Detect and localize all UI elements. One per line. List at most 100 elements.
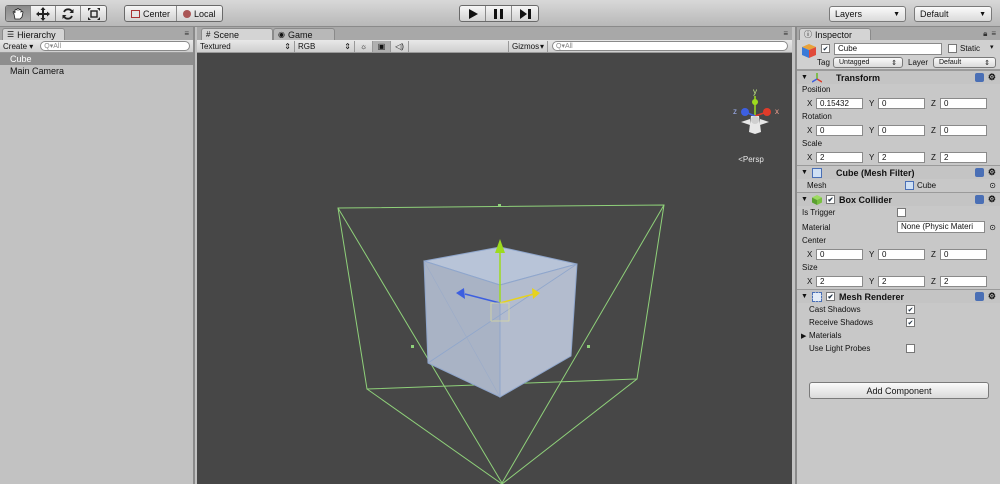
position-y-field[interactable]: 0 <box>878 98 925 109</box>
pause-button[interactable] <box>486 6 512 21</box>
tab-hierarchy[interactable]: ☰ Hierarchy <box>2 28 65 40</box>
move-tool-button[interactable] <box>31 6 56 21</box>
tab-scene[interactable]: # Scene <box>201 28 273 40</box>
mesh-filter-component: ▼ Cube (Mesh Filter) ⚙ Mesh Cube ⊙ <box>797 165 1000 192</box>
expand-caret-icon[interactable]: ▶ <box>801 332 809 340</box>
hand-tool-button[interactable] <box>6 6 31 21</box>
scene-toolbar: Textured ⇕ RGB ⇕ ☼ ▣ ◁) Gizmos ▾ Q▾All <box>197 40 792 53</box>
step-icon <box>519 8 531 19</box>
help-book-icon[interactable] <box>974 168 984 177</box>
size-z-field[interactable]: 2 <box>940 276 987 287</box>
mesh-filter-title: Cube (Mesh Filter) <box>836 167 915 178</box>
scene-search-input[interactable]: Q▾All <box>552 41 788 51</box>
object-picker-icon[interactable]: ⊙ <box>989 223 996 232</box>
expand-caret-icon[interactable]: ▼ <box>801 169 808 176</box>
scene-image-toggle[interactable]: ▣ <box>373 40 391 52</box>
rotate-tool-icon <box>62 7 74 20</box>
hierarchy-item-main-camera[interactable]: Main Camera <box>0 65 193 77</box>
y-axis-arrow-icon[interactable] <box>495 239 505 253</box>
gear-icon[interactable]: ⚙ <box>988 73 996 82</box>
play-button[interactable] <box>460 6 486 21</box>
mesh-renderer-header[interactable]: ▼ Mesh Renderer ⚙ <box>797 289 1000 303</box>
size-y-field[interactable]: 2 <box>878 276 925 287</box>
pivot-center-button[interactable]: Center <box>125 6 178 21</box>
pivot-local-button[interactable]: Local <box>177 6 222 21</box>
scene-lighting-toggle[interactable]: ☼ <box>355 40 373 52</box>
cast-shadows-checkbox[interactable] <box>906 305 915 314</box>
game-tab-icon: ◉ <box>278 30 285 39</box>
is-trigger-checkbox[interactable] <box>897 208 906 217</box>
create-dropdown[interactable]: Create ▾ <box>3 42 33 51</box>
object-active-checkbox[interactable] <box>821 44 830 53</box>
box-collider-enabled-checkbox[interactable] <box>826 195 835 204</box>
box-collider-header[interactable]: ▼ Box Collider ⚙ <box>797 192 1000 206</box>
material-field[interactable]: None (Physic Materi <box>897 221 985 233</box>
help-book-icon[interactable] <box>974 73 984 82</box>
persp-label[interactable]: <Persp <box>738 155 764 164</box>
transform-header[interactable]: ▼ Transform ⚙ <box>797 70 1000 84</box>
add-component-button[interactable]: Add Component <box>809 382 989 399</box>
panel-menu[interactable]: ≡ <box>783 29 788 38</box>
rotation-z-field[interactable]: 0 <box>940 125 987 136</box>
help-book-icon[interactable] <box>974 195 984 204</box>
scale-y-field[interactable]: 2 <box>878 152 925 163</box>
size-y-value: 2 <box>882 277 887 286</box>
pivot-toggles: Center Local <box>124 5 223 22</box>
panel-menu[interactable]: ≡ <box>184 29 189 38</box>
object-name-field[interactable]: Cube <box>834 43 942 55</box>
layout-dropdown[interactable]: Default ▼ <box>914 6 992 22</box>
tab-inspector[interactable]: ⓘ Inspector <box>799 28 871 40</box>
tab-game[interactable]: ◉ Game <box>273 28 335 40</box>
gizmos-dropdown[interactable]: Gizmos ▾ <box>508 40 548 52</box>
lock-icon[interactable]: 🔒︎ <box>983 29 987 39</box>
mesh-renderer-enabled-checkbox[interactable] <box>826 292 835 301</box>
hierarchy-item-cube[interactable]: Cube <box>0 53 193 65</box>
receive-shadows-checkbox[interactable] <box>906 318 915 327</box>
gear-icon[interactable]: ⚙ <box>988 292 996 301</box>
rotation-y-field[interactable]: 0 <box>878 125 925 136</box>
help-book-icon[interactable] <box>974 292 984 301</box>
gear-icon[interactable]: ⚙ <box>988 168 996 177</box>
position-vector: X 0.15432 Y0 Z0 <box>797 96 1000 111</box>
scene-viewport[interactable]: y x z <Persp <box>197 53 792 484</box>
object-picker-icon[interactable]: ⊙ <box>989 181 996 190</box>
center-x-field[interactable]: 0 <box>816 249 863 260</box>
scale-z-field[interactable]: 2 <box>940 152 987 163</box>
size-x-field[interactable]: 2 <box>816 276 863 287</box>
light-probes-checkbox[interactable] <box>906 344 915 353</box>
axis-z-label: Z <box>931 126 936 135</box>
scene-orientation-gizmo[interactable]: y x z <box>733 87 779 134</box>
box-collider-component: ▼ Box Collider ⚙ Is Trigger Material Non… <box>797 192 1000 289</box>
expand-caret-icon[interactable]: ▼ <box>801 196 808 203</box>
tag-dropdown[interactable]: Untagged ⇕ <box>833 57 903 68</box>
center-y-field[interactable]: 0 <box>878 249 925 260</box>
step-button[interactable] <box>512 6 538 21</box>
materials-row[interactable]: ▶ Materials <box>797 329 1000 342</box>
color-mode-dropdown[interactable]: RGB ⇕ <box>295 40 355 52</box>
rotate-tool-button[interactable] <box>56 6 81 21</box>
center-z-field[interactable]: 0 <box>940 249 987 260</box>
expand-caret-icon[interactable]: ▼ <box>801 74 808 81</box>
hierarchy-search-input[interactable]: Q▾All <box>40 41 190 51</box>
size-label: Size <box>802 263 818 272</box>
render-mode-dropdown[interactable]: Textured ⇕ <box>197 40 295 52</box>
rotation-x-field[interactable]: 0 <box>816 125 863 136</box>
mesh-field[interactable]: Cube <box>905 181 936 190</box>
tag-value: Untagged <box>839 59 870 66</box>
scale-tool-button[interactable] <box>81 6 106 21</box>
position-x-field[interactable]: 0.15432 <box>816 98 863 109</box>
panel-menu[interactable]: 🔒︎ ≡ <box>983 29 996 39</box>
expand-caret-icon[interactable]: ▼ <box>801 293 808 300</box>
scene-audio-toggle[interactable]: ◁) <box>391 40 409 52</box>
gear-icon[interactable]: ⚙ <box>988 195 996 204</box>
position-z-field[interactable]: 0 <box>940 98 987 109</box>
layers-dropdown[interactable]: Layers ▼ <box>829 6 906 22</box>
pivot-icon <box>131 9 140 18</box>
scale-x-field[interactable]: 2 <box>816 152 863 163</box>
mesh-filter-header[interactable]: ▼ Cube (Mesh Filter) ⚙ <box>797 165 1000 179</box>
layer-dropdown[interactable]: Default ⇕ <box>933 57 996 68</box>
chevron-updown-icon: ⇕ <box>344 41 351 51</box>
static-checkbox[interactable] <box>948 44 957 53</box>
axis-y-label: Y <box>869 277 875 286</box>
chevron-down-icon[interactable]: ▾ <box>990 43 994 51</box>
